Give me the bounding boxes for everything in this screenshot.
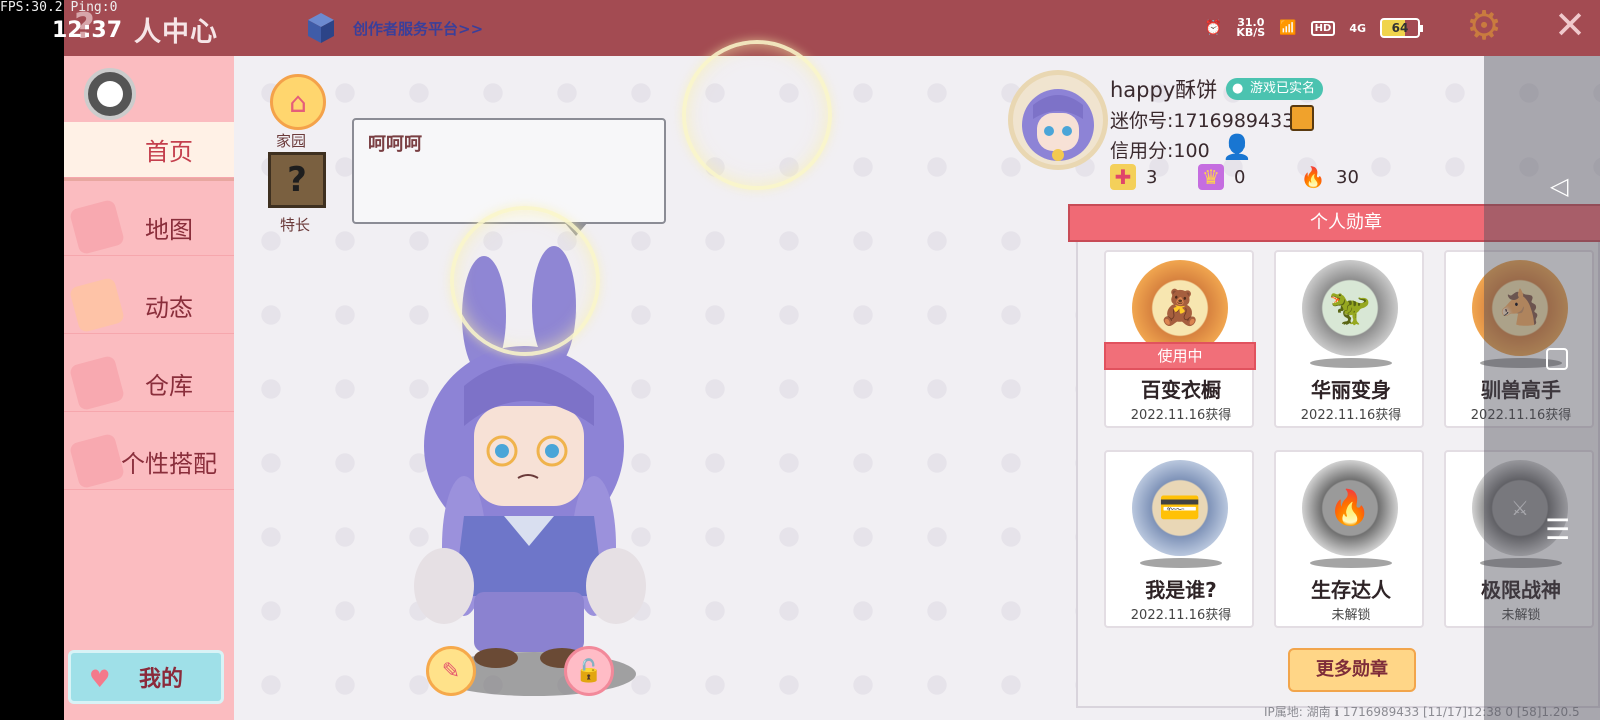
sidebar-item-label: 仓库 <box>145 372 193 400</box>
my-button[interactable]: ♥ 我的 <box>68 650 224 704</box>
status-bar: ⏰ 31.0 KB/S 📶 HD 4G 64 <box>1204 16 1423 39</box>
stat-hot-value: 30 <box>1336 166 1359 188</box>
plus-badge-icon: ✚ <box>1110 164 1136 190</box>
lock-button[interactable]: 🔓 <box>564 646 614 696</box>
sidebar-item-label: 首页 <box>145 138 193 166</box>
sidebar-item-outfit[interactable]: 个性搭配 <box>64 432 234 490</box>
profile-avatar[interactable] <box>1008 70 1108 170</box>
record-button[interactable] <box>84 68 136 120</box>
badge-date: 2022.11.16获得 <box>1130 608 1232 623</box>
mini-id: 迷你号:1716989433 <box>1110 110 1295 132</box>
heart-icon: ♥ <box>89 665 111 693</box>
network-speed: 31.0 KB/S <box>1236 16 1266 39</box>
badge-date: 未解锁 <box>1331 608 1371 623</box>
medal-shadow <box>1310 358 1392 368</box>
in-use-badge: 使用中 <box>1104 342 1256 370</box>
sidebar: 首页 地图 动态 仓库 个性搭配 ♥ 我的 <box>64 56 234 720</box>
badge-date: 2022.11.16获得 <box>1130 408 1232 423</box>
wifi-icon: 📶 <box>1279 20 1297 36</box>
sidebar-item-label: 地图 <box>145 216 193 244</box>
talent-button[interactable]: ? <box>268 152 326 208</box>
question-block-icon: ? <box>287 160 307 200</box>
home-square-icon[interactable] <box>1546 348 1568 370</box>
cheer-icon: ♛ <box>1198 164 1224 190</box>
signal-4g: 4G <box>1349 21 1366 35</box>
id-card-icon: 💳 <box>1132 460 1228 556</box>
battery-icon: 64 <box>1380 18 1423 38</box>
house-icon: ⌂ <box>289 85 307 119</box>
sidebar-item-storage[interactable]: 仓库 <box>64 354 234 412</box>
badge-card[interactable]: 🔥 生存达人 未解锁 <box>1274 450 1424 628</box>
badge-card[interactable]: 🦖 华丽变身 2022.11.16获得 <box>1274 250 1424 428</box>
stat-likes-value: 3 <box>1146 166 1158 188</box>
more-badges-button[interactable]: 更多勋章 <box>1288 648 1416 692</box>
fps-overlay: FPS:30.2 Ping:0 <box>0 0 118 15</box>
username: happy酥饼 <box>1110 78 1218 102</box>
creator-cube-icon <box>308 13 334 43</box>
creator-platform-link[interactable]: 创作者服务平台>> <box>353 18 483 39</box>
campfire-icon: 🔥 <box>1302 460 1398 556</box>
glow-effect <box>682 40 832 190</box>
sidebar-item-label: 动态 <box>145 294 193 322</box>
copy-id-icon[interactable] <box>1290 105 1314 131</box>
credit-info-icon[interactable]: 👤 <box>1222 133 1252 161</box>
alarm-icon: ⏰ <box>1204 20 1223 36</box>
home-button[interactable]: ⌂ <box>270 74 326 130</box>
pencil-icon: ✎ <box>441 658 461 684</box>
my-button-label: 我的 <box>138 667 183 692</box>
sidebar-item-map[interactable]: 地图 <box>64 198 234 256</box>
badge-name: 生存达人 <box>1311 578 1391 602</box>
stat-fans: ♛ 0 <box>1198 164 1245 190</box>
status-clock: 12:37 <box>52 18 123 43</box>
realname-verified-badge: 游戏已实名 <box>1226 78 1324 100</box>
stat-fans-value: 0 <box>1234 166 1246 188</box>
badge-date: 2022.11.16获得 <box>1300 408 1402 423</box>
badge-card[interactable]: 🧸 使用中 百变衣橱 2022.11.16获得 <box>1104 250 1256 428</box>
badge-name: 华丽变身 <box>1311 378 1391 402</box>
app-window: ? 人中心 创作者服务平台>> ⚙ ✕ ⏰ 31.0 KB/S 📶 HD 4G 6… <box>64 0 1600 720</box>
badge-card[interactable]: 💳 我是谁? 2022.11.16获得 <box>1104 450 1254 628</box>
menu-icon[interactable]: ☰ <box>1545 516 1570 544</box>
back-icon[interactable]: ◁ <box>1550 172 1568 200</box>
avatar-portrait-icon <box>1022 89 1094 161</box>
unlock-icon: 🔓 <box>575 658 603 684</box>
stat-hot: 🔥 30 <box>1300 164 1359 190</box>
flame-icon: 🔥 <box>1300 165 1326 189</box>
sidebar-item-feed[interactable]: 动态 <box>64 276 234 334</box>
close-icon[interactable]: ✕ <box>1554 6 1586 44</box>
hd-badge: HD <box>1310 20 1336 36</box>
sidebar-item-label: 个性搭配 <box>121 450 217 478</box>
badge-name: 百变衣橱 <box>1141 378 1221 402</box>
edit-button[interactable]: ✎ <box>426 646 476 696</box>
system-nav-overlay <box>1484 56 1600 720</box>
stat-likes: ✚ 3 <box>1110 164 1157 190</box>
medal-shadow <box>1140 558 1222 568</box>
sidebar-item-home[interactable]: 首页 <box>64 122 234 178</box>
medal-shadow <box>1310 558 1392 568</box>
credit-score: 信用分:100 <box>1110 140 1210 162</box>
dino-icon: 🦖 <box>1302 260 1398 356</box>
settings-gear-icon[interactable]: ⚙ <box>1466 6 1502 46</box>
talent-label: 特长 <box>280 216 311 234</box>
page-title: 人中心 <box>134 17 218 48</box>
home-label: 家园 <box>276 132 307 150</box>
badge-name: 我是谁? <box>1145 578 1217 602</box>
glow-effect <box>450 206 600 356</box>
